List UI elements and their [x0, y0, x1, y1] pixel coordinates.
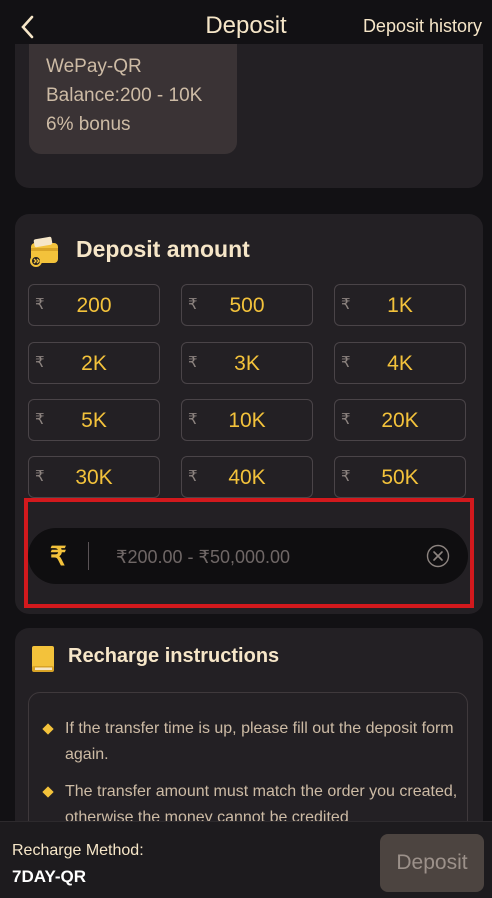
instruction-item: If the transfer time is up, please fill …	[65, 720, 454, 763]
amount-option-5k[interactable]: ₹5K	[28, 399, 160, 441]
deposit-amount-title: Deposit amount	[76, 236, 250, 262]
deposit-button[interactable]: Deposit	[380, 834, 484, 892]
method-name: WePay-QR	[46, 56, 142, 77]
amount-option-500[interactable]: ₹500	[181, 284, 313, 326]
amount-option-10k[interactable]: ₹10K	[181, 399, 313, 441]
amount-value: 200	[76, 294, 112, 317]
method-balance: Balance:200 - 10K	[46, 85, 203, 106]
amount-value: 2K	[81, 352, 107, 375]
instructions-title: Recharge instructions	[68, 645, 280, 667]
payment-method-card: WePay-QR Balance:200 - 10K 6% bonus	[15, 44, 483, 188]
bullet-icon	[42, 723, 54, 735]
amount-value: 50K	[381, 466, 419, 489]
highlight-annotation-box	[24, 498, 474, 608]
book-icon	[32, 646, 54, 672]
amount-value: 20K	[381, 409, 419, 432]
deposit-history-link[interactable]: Deposit history	[363, 16, 482, 37]
amount-option-40k[interactable]: ₹40K	[181, 456, 313, 498]
amount-option-4k[interactable]: ₹4K	[334, 342, 466, 384]
wallet-icon	[30, 236, 58, 267]
amount-option-50k[interactable]: ₹50K	[334, 456, 466, 498]
payment-method-option[interactable]: WePay-QR Balance:200 - 10K 6% bonus	[29, 44, 237, 154]
recharge-method-label: Recharge Method:	[12, 842, 144, 859]
amount-option-2k[interactable]: ₹2K	[28, 342, 160, 384]
footer-bar: Recharge Method: 7DAY-QR Deposit	[0, 821, 492, 898]
amount-value: 3K	[234, 352, 260, 375]
recharge-method-value: 7DAY-QR	[12, 867, 87, 886]
method-bonus: 6% bonus	[46, 114, 131, 135]
amount-value: 40K	[228, 466, 266, 489]
amount-value: 1K	[387, 294, 413, 317]
amount-option-1k[interactable]: ₹1K	[334, 284, 466, 326]
amount-value: 10K	[228, 409, 266, 432]
amount-option-200[interactable]: ₹200	[28, 284, 160, 326]
amount-option-3k[interactable]: ₹3K	[181, 342, 313, 384]
amount-option-20k[interactable]: ₹20K	[334, 399, 466, 441]
amount-value: 30K	[75, 466, 113, 489]
amount-value: 4K	[387, 352, 413, 375]
amount-value: 5K	[81, 409, 107, 432]
amount-option-30k[interactable]: ₹30K	[28, 456, 160, 498]
bullet-icon	[42, 786, 54, 798]
amount-value: 500	[229, 294, 265, 317]
